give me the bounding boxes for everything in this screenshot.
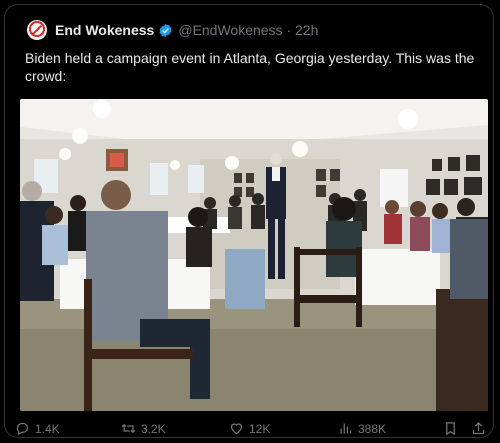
views-count: 388K <box>358 421 387 436</box>
bookmark-icon <box>446 422 455 436</box>
bookmark-button[interactable] <box>443 421 463 436</box>
share-button[interactable] <box>471 421 491 436</box>
reply-count: 1.4K <box>35 421 60 436</box>
tweet-text: Biden held a campaign event in Atlanta, … <box>25 50 475 84</box>
like-icon <box>230 423 243 435</box>
views-icon <box>340 423 352 434</box>
views-button[interactable]: 388K <box>338 421 386 436</box>
like-button[interactable]: 12K <box>229 421 270 436</box>
avatar[interactable] <box>27 20 47 40</box>
retweet-icon <box>121 423 136 434</box>
retweet-count: 3.2K <box>141 421 166 436</box>
tweet-actions: 1.4K 3.2K 12K 388K <box>5 421 493 437</box>
tweet-card[interactable]: End Wokeness @EndWokeness · 22h Biden he… <box>4 4 494 438</box>
author-handle-and-time[interactable]: @EndWokeness · 22h <box>178 22 318 38</box>
share-icon <box>472 421 485 435</box>
verified-badge-icon <box>159 23 172 37</box>
author-name[interactable]: End Wokeness <box>55 22 154 38</box>
tweet-header: End Wokeness @EndWokeness · 22h <box>27 19 318 41</box>
campaign-event-photo <box>20 99 488 411</box>
retweet-button[interactable]: 3.2K <box>121 421 166 436</box>
like-count: 12K <box>249 421 271 436</box>
tweet-photo[interactable] <box>20 99 488 411</box>
reply-button[interactable]: 1.4K <box>15 421 60 436</box>
reply-icon <box>16 422 29 436</box>
